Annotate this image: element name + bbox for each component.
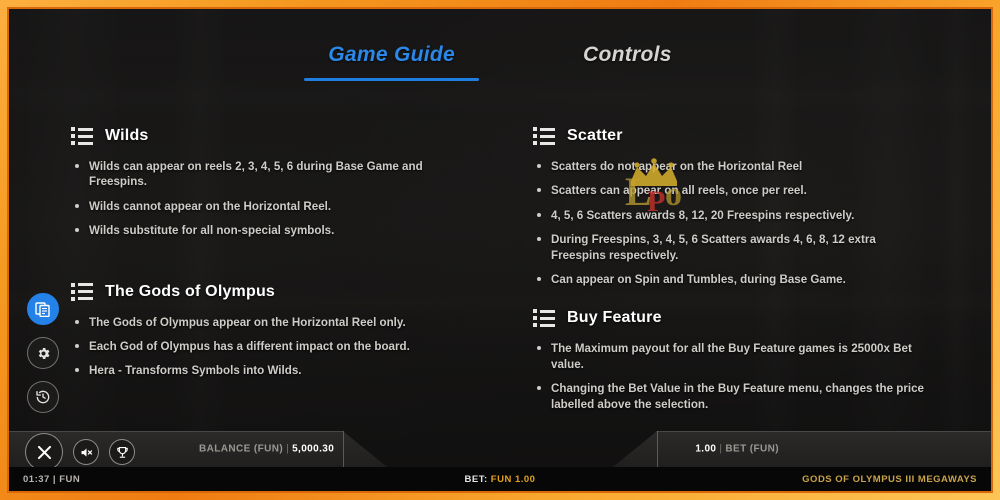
settings-button[interactable] xyxy=(27,337,59,369)
bet-label: BET (FUN) xyxy=(725,443,779,455)
side-toolbar xyxy=(27,293,59,425)
balance-value: 5,000.30 xyxy=(292,443,335,455)
guide-column-right: Scatter Scatters do not appear on the Ho… xyxy=(511,127,951,431)
list-item: Scatters do not appear on the Horizontal… xyxy=(533,159,933,174)
tab-active-underline xyxy=(304,78,479,81)
paytable-button[interactable] xyxy=(27,293,59,325)
list-item: 4, 5, 6 Scatters awards 8, 12, 20 Freesp… xyxy=(533,208,933,223)
close-icon xyxy=(37,445,51,459)
bet-readout: 1.00 | BET (FUN) xyxy=(695,444,779,455)
section-buy-feature-title: Buy Feature xyxy=(567,309,662,327)
list-icon xyxy=(71,282,93,301)
history-icon xyxy=(36,390,50,404)
balance-readout: BALANCE (FUN) | 5,000.30 xyxy=(199,444,334,455)
footer-bar: 01:37 | FUN BET: FUN 1.00 GODS OF OLYMPU… xyxy=(9,467,991,491)
close-button[interactable] xyxy=(25,433,63,471)
section-gods-list: The Gods of Olympus appear on the Horizo… xyxy=(71,315,477,379)
section-wilds-title: Wilds xyxy=(105,127,149,144)
list-icon xyxy=(533,309,555,328)
trophy-button[interactable] xyxy=(109,439,135,465)
tab-controls[interactable]: Controls xyxy=(575,43,680,81)
trophy-icon xyxy=(116,446,128,458)
tab-controls-label: Controls xyxy=(582,43,672,66)
section-buy-feature-header: Buy Feature xyxy=(533,309,933,328)
list-icon xyxy=(533,127,555,145)
status-bar-background xyxy=(9,431,991,467)
gear-icon xyxy=(38,347,49,359)
section-wilds-list: Wilds can appear on reels 2, 3, 4, 5, 6 … xyxy=(71,159,477,239)
footer-bet: BET: FUN 1.00 xyxy=(9,474,991,485)
guide-column-left: Wilds Wilds can appear on reels 2, 3, 4,… xyxy=(71,127,511,431)
section-buy-feature-list: The Maximum payout for all the Buy Featu… xyxy=(533,341,933,412)
bet-value: 1.00 xyxy=(695,443,717,455)
section-gods-of-olympus: The Gods of Olympus The Gods of Olympus … xyxy=(71,282,477,379)
list-item: Hera - Transforms Symbols into Wilds. xyxy=(71,363,477,378)
section-gods-header: The Gods of Olympus xyxy=(71,282,477,301)
list-item: The Maximum payout for all the Buy Featu… xyxy=(533,341,933,372)
window-frame-inner: Game Guide Controls Wilds Wilds can appe xyxy=(7,7,993,493)
bet-separator: | xyxy=(719,443,723,455)
list-icon xyxy=(71,127,93,145)
list-item: The Gods of Olympus appear on the Horizo… xyxy=(71,315,477,330)
history-button[interactable] xyxy=(27,381,59,413)
section-scatter: Scatter Scatters do not appear on the Ho… xyxy=(533,127,933,287)
paytable-icon xyxy=(35,302,50,317)
footer-bet-key: BET: xyxy=(464,473,488,485)
section-wilds-header: Wilds xyxy=(71,127,477,145)
tab-bar: Game Guide Controls xyxy=(9,43,991,81)
tab-game-guide[interactable]: Game Guide xyxy=(304,43,479,81)
game-viewport: Game Guide Controls Wilds Wilds can appe xyxy=(9,9,991,491)
list-item: Each God of Olympus has a different impa… xyxy=(71,339,477,354)
list-item: Wilds substitute for all non-special sym… xyxy=(71,223,477,238)
mute-button[interactable] xyxy=(73,439,99,465)
section-buy-feature: Buy Feature The Maximum payout for all t… xyxy=(533,309,933,412)
status-bar: BALANCE (FUN) | 5,000.30 1.00 | BET (FUN) xyxy=(9,431,991,467)
mute-icon xyxy=(81,447,92,457)
section-wilds: Wilds Wilds can appear on reels 2, 3, 4,… xyxy=(71,127,477,239)
list-item: During Freespins, 3, 4, 5, 6 Scatters aw… xyxy=(533,232,933,263)
section-scatter-header: Scatter xyxy=(533,127,933,145)
footer-bet-value: FUN 1.00 xyxy=(490,473,536,485)
section-gods-title: The Gods of Olympus xyxy=(105,282,276,300)
list-item: Scatters can appear on all reels, once p… xyxy=(533,183,933,198)
window-frame: Game Guide Controls Wilds Wilds can appe xyxy=(0,0,1000,500)
section-scatter-title: Scatter xyxy=(567,127,623,144)
bottom-icon-cluster xyxy=(25,433,135,471)
list-item: Wilds can appear on reels 2, 3, 4, 5, 6 … xyxy=(71,159,477,190)
guide-content: Wilds Wilds can appear on reels 2, 3, 4,… xyxy=(9,127,991,431)
tab-game-guide-label: Game Guide xyxy=(328,43,455,66)
balance-label: BALANCE (FUN) xyxy=(199,443,284,455)
list-item: Wilds cannot appear on the Horizontal Re… xyxy=(71,199,477,214)
list-item: Can appear on Spin and Tumbles, during B… xyxy=(533,272,933,287)
list-item: Changing the Bet Value in the Buy Featur… xyxy=(533,381,933,412)
section-scatter-list: Scatters do not appear on the Horizontal… xyxy=(533,159,933,287)
balance-separator: | xyxy=(286,443,290,455)
